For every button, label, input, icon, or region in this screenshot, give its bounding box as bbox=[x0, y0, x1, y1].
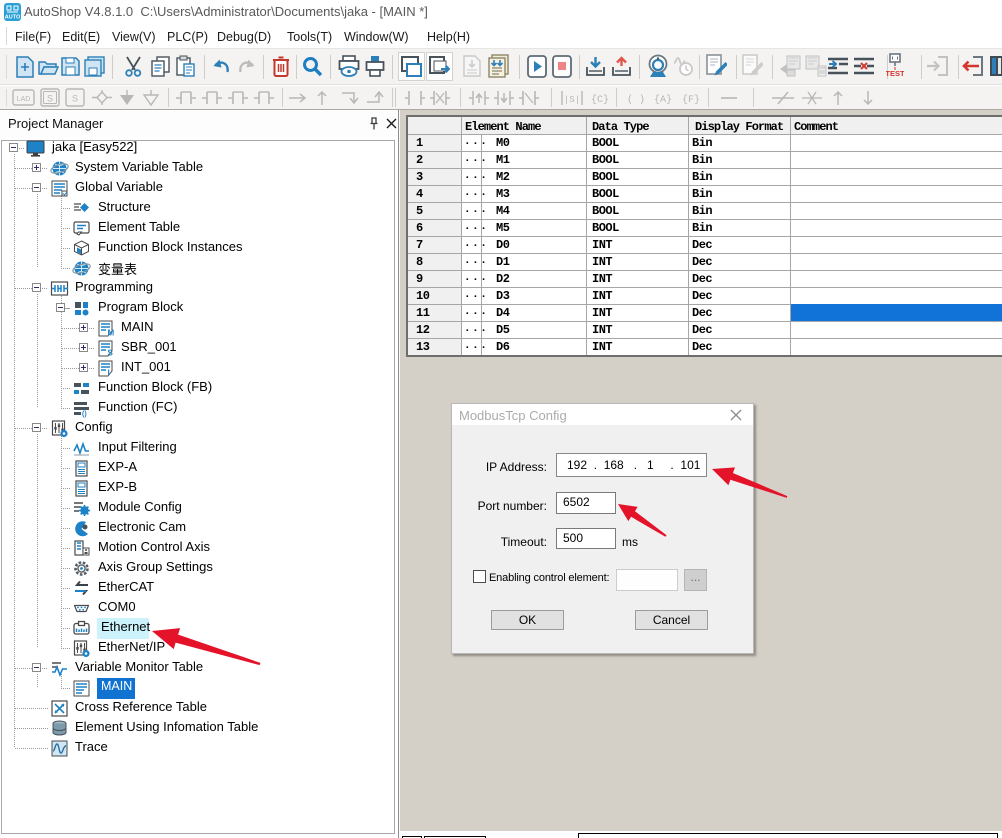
svg-text:|S|: |S| bbox=[564, 95, 580, 105]
svg-text:AUTO: AUTO bbox=[5, 15, 21, 21]
svg-text:S: S bbox=[108, 349, 114, 358]
svg-text:S: S bbox=[47, 94, 53, 104]
svg-text:TEST: TEST bbox=[886, 69, 904, 78]
svg-text:{F}: {F} bbox=[682, 94, 700, 106]
svg-text:( ): ( ) bbox=[627, 94, 645, 106]
svg-text:(): () bbox=[82, 411, 87, 418]
svg-text:M: M bbox=[108, 329, 115, 338]
svg-text:S: S bbox=[72, 94, 78, 104]
svg-text:LAD: LAD bbox=[17, 96, 31, 103]
svg-text:I: I bbox=[108, 369, 110, 378]
svg-text:{C}: {C} bbox=[591, 94, 609, 106]
svg-text:{A}: {A} bbox=[654, 94, 672, 106]
